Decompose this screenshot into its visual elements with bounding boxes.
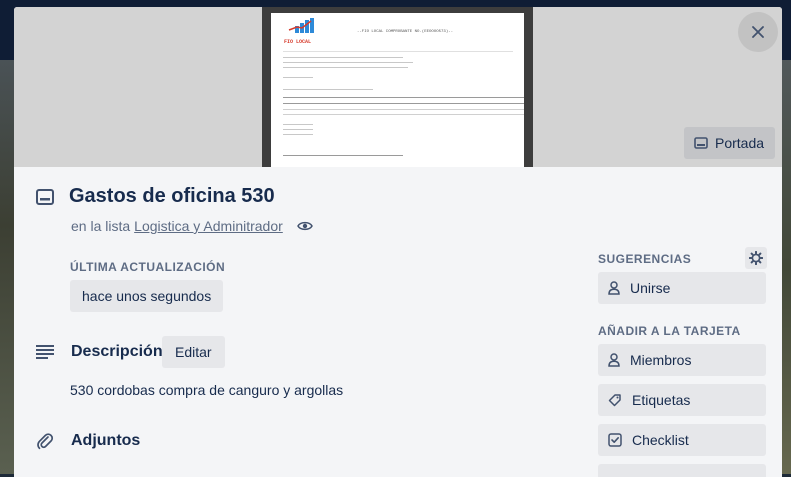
doc-row-rule [283, 89, 373, 90]
doc-row-rule [283, 57, 403, 58]
suggestions-label: SUGERENCIAS [598, 252, 692, 266]
next-sidebar-button[interactable] [598, 464, 766, 477]
labels-label: Etiquetas [632, 392, 691, 408]
card-detail-window: FIO LOCAL --FIO LOCAL COMPROBANTE NO.(EE… [14, 7, 782, 477]
card-cover[interactable]: FIO LOCAL --FIO LOCAL COMPROBANTE NO.(EE… [14, 7, 782, 167]
edit-description-button[interactable]: Editar [162, 336, 225, 368]
add-to-card-label: AÑADIR A LA TARJETA [598, 324, 741, 338]
doc-table-rule [283, 114, 524, 115]
doc-row-rule [283, 62, 413, 63]
document-page: FIO LOCAL --FIO LOCAL COMPROBANTE NO.(EE… [271, 13, 524, 167]
card-icon [36, 188, 54, 205]
doc-row-rule [283, 134, 313, 135]
join-label: Unirse [630, 280, 671, 296]
members-label: Miembros [630, 352, 692, 368]
doc-logo-text: FIO LOCAL [284, 39, 312, 45]
card-title-row: Gastos de oficina 530 [36, 185, 275, 208]
checklist-button[interactable]: Checklist [598, 424, 766, 456]
doc-table-rule [283, 109, 524, 110]
close-icon [752, 26, 764, 38]
list-link[interactable]: Logistica y Adminitrador [134, 218, 283, 234]
description-heading: Descripción [71, 343, 163, 360]
list-prefix: en la lista [71, 218, 131, 234]
doc-signature-line [283, 155, 403, 156]
cover-button-label: Portada [715, 135, 765, 151]
doc-row-rule [283, 51, 513, 52]
doc-table-rule [283, 97, 524, 98]
doc-header: --FIO LOCAL COMPROBANTE NO.(EEOOOO573)-- [357, 30, 454, 34]
labels-button[interactable]: Etiquetas [598, 384, 766, 416]
last-update-label: ÚLTIMA ACTUALIZACIÓN [70, 260, 226, 274]
person-icon [608, 281, 620, 295]
last-update-value: hace unos segundos [70, 280, 224, 312]
checklist-icon [608, 433, 622, 447]
doc-row-rule [283, 124, 313, 125]
description-text[interactable]: 530 cordobas compra de canguro y argolla… [70, 382, 343, 398]
members-button[interactable]: Miembros [598, 344, 766, 376]
board-background-right [782, 60, 791, 474]
cover-document-thumbnail: FIO LOCAL --FIO LOCAL COMPROBANTE NO.(EE… [262, 7, 533, 167]
paperclip-icon [37, 433, 54, 450]
attachments-header: Adjuntos [36, 432, 140, 450]
tag-icon [608, 394, 621, 407]
doc-logo-icon [288, 18, 314, 33]
cover-button[interactable]: Portada [684, 127, 775, 159]
attachments-heading: Adjuntos [71, 432, 141, 449]
description-lines-icon [36, 345, 54, 359]
person-icon [608, 353, 620, 367]
join-button[interactable]: Unirse [598, 272, 766, 304]
doc-row-rule [283, 129, 313, 130]
watch-eye-icon[interactable] [296, 220, 313, 232]
doc-row-rule [283, 77, 313, 78]
list-info: en la lista Logistica y Adminitrador [71, 218, 313, 234]
board-background-left [0, 60, 14, 474]
card-title[interactable]: Gastos de oficina 530 [69, 185, 275, 208]
close-button[interactable] [738, 12, 778, 52]
doc-row-rule [283, 67, 408, 68]
suggestions-settings-button[interactable] [745, 247, 767, 269]
description-header: Descripción [36, 343, 163, 361]
doc-table-rule [283, 103, 524, 104]
card-icon [694, 137, 708, 149]
gear-icon [749, 251, 763, 265]
checklist-label: Checklist [632, 432, 689, 448]
